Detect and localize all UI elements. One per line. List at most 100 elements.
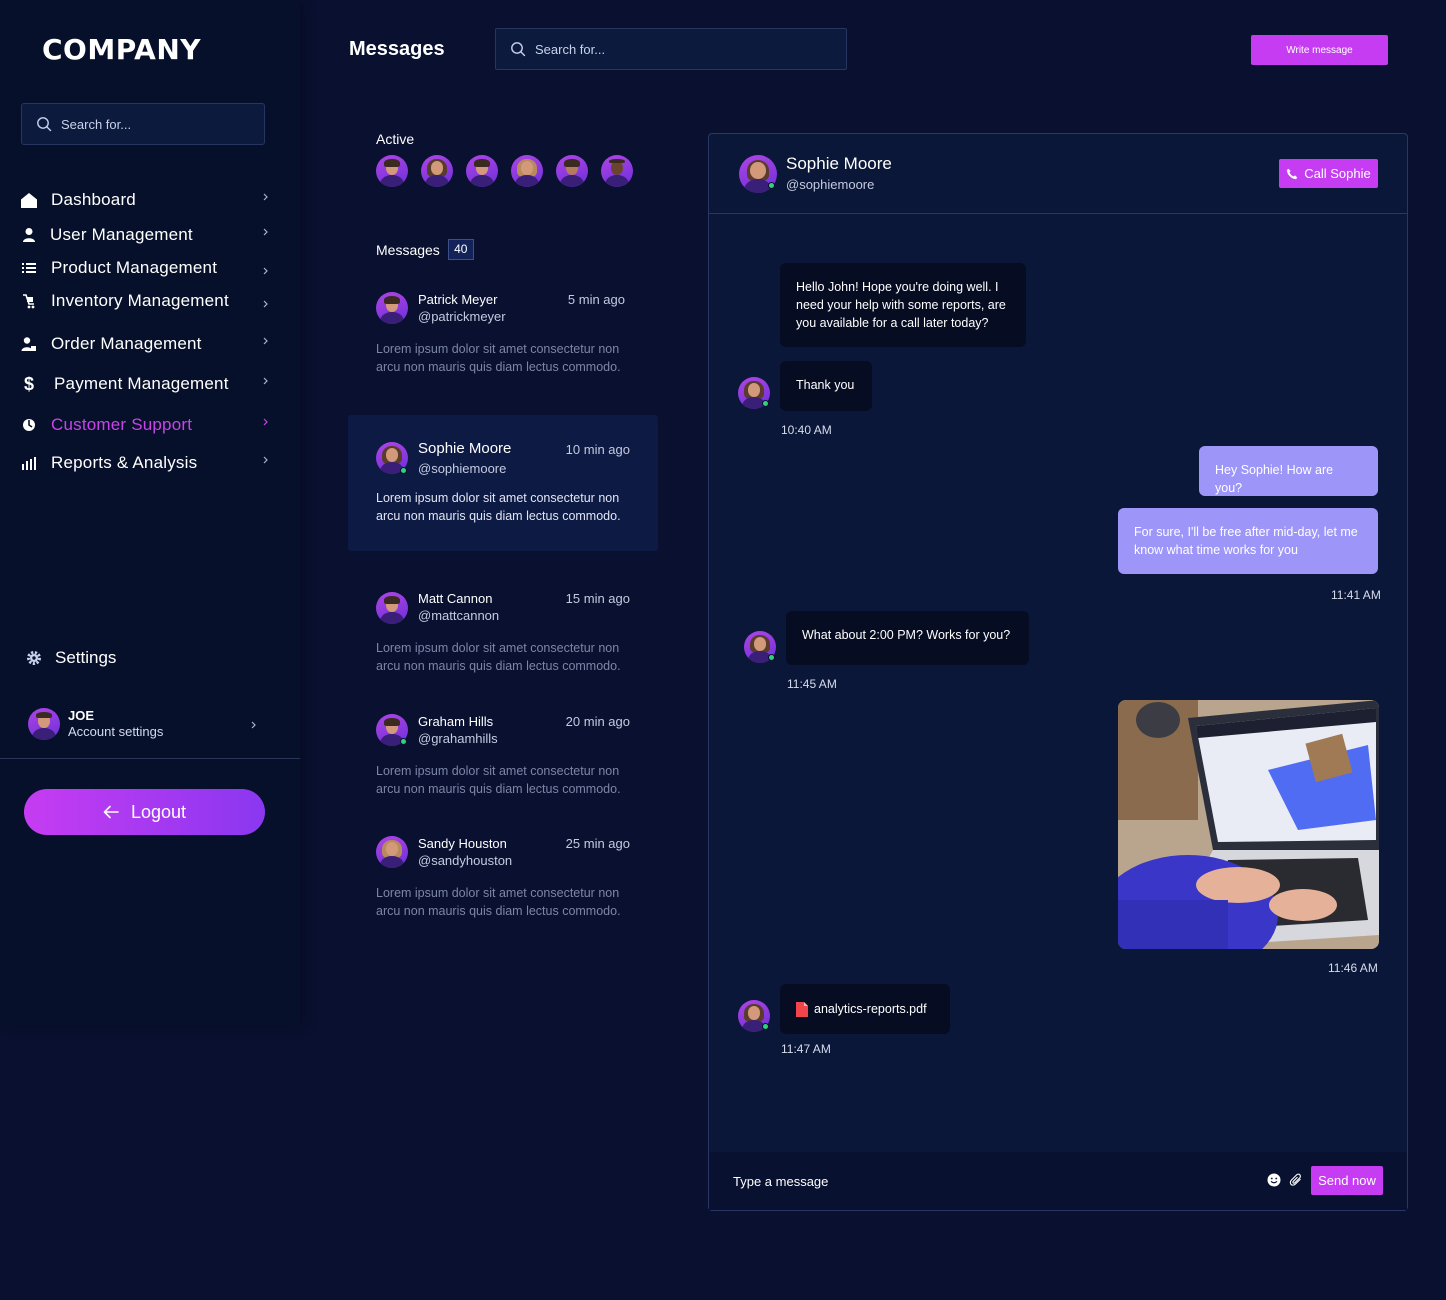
conversation-name: Graham Hills xyxy=(418,714,494,729)
logout-button[interactable]: Logout xyxy=(24,789,265,835)
messages-title: Messages xyxy=(376,241,440,258)
chevron-right-icon xyxy=(263,228,268,236)
search-input[interactable]: Search for... xyxy=(495,28,847,70)
conversation-preview: Lorem ipsum dolor sit amet consectetur n… xyxy=(376,886,621,918)
conversation-time: 5 min ago xyxy=(567,292,625,307)
sidebar-item-label: Product Management xyxy=(51,258,218,277)
message-outgoing: Hey Sophie! How are you? xyxy=(1199,446,1378,496)
chevron-right-icon xyxy=(263,337,268,345)
active-avatar[interactable] xyxy=(376,155,408,187)
sidebar-item-payment-management[interactable]: $ Payment Management xyxy=(20,372,270,396)
avatar xyxy=(376,292,408,324)
company-logo[interactable]: COMPANY xyxy=(42,33,201,66)
chat-contact-name: Sophie Moore xyxy=(786,154,892,173)
online-indicator xyxy=(768,182,775,189)
chevron-right-icon xyxy=(263,300,268,308)
conversation-preview: Lorem ipsum dolor sit amet consectetur n… xyxy=(376,764,621,796)
call-button[interactable]: Call Sophie xyxy=(1279,159,1378,188)
file-name: analytics-reports.pdf xyxy=(814,1002,927,1016)
paperclip-icon[interactable] xyxy=(1289,1173,1303,1187)
dollar-icon: $ xyxy=(23,373,34,394)
message-incoming: Hello John! Hope you're doing well. I ne… xyxy=(780,263,1026,347)
sidebar-item-label: Payment Management xyxy=(54,374,229,393)
sidebar-item-label: Order Management xyxy=(51,334,202,353)
send-button[interactable]: Send now xyxy=(1311,1166,1383,1195)
active-avatar[interactable] xyxy=(421,155,453,187)
sidebar-item-label: Customer Support xyxy=(51,415,193,434)
sidebar-item-customer-support[interactable]: Customer Support xyxy=(20,413,270,437)
sidebar-item-label: Inventory Management xyxy=(51,291,229,310)
write-message-button[interactable]: Write message xyxy=(1251,35,1388,65)
headset-icon xyxy=(20,416,38,434)
call-label: Call Sophie xyxy=(1304,166,1371,181)
sidebar-item-inventory-management[interactable]: Inventory Management xyxy=(20,289,270,313)
chat-panel: Sophie Moore @sophiemoore Call Sophie He… xyxy=(708,133,1408,1211)
conversation-time: 10 min ago xyxy=(565,442,630,457)
active-users xyxy=(376,155,633,187)
chevron-right-icon xyxy=(263,267,268,275)
avatar xyxy=(376,836,408,868)
file-attachment[interactable]: analytics-reports.pdf xyxy=(780,984,950,1034)
chevron-right-icon xyxy=(263,193,268,201)
active-title: Active xyxy=(376,131,415,147)
account-name: JOE xyxy=(68,708,95,723)
conversation-name: Sandy Houston xyxy=(418,836,507,851)
online-indicator xyxy=(762,1023,769,1030)
sidebar: COMPANY Search for... Dashboard User Man… xyxy=(0,0,300,1026)
conversation-preview: Lorem ipsum dolor sit amet consectetur n… xyxy=(376,342,621,374)
avatar xyxy=(28,708,60,740)
laptop-photo xyxy=(1118,700,1379,949)
sidebar-item-reports-analysis[interactable]: Reports & Analysis xyxy=(20,451,270,475)
conversation-handle: @mattcannon xyxy=(418,608,500,623)
gear-icon xyxy=(27,651,41,665)
active-avatar[interactable] xyxy=(601,155,633,187)
sidebar-item-label: User Management xyxy=(50,225,193,244)
phone-icon xyxy=(1287,168,1298,179)
divider xyxy=(0,758,300,759)
message-count-badge: 40 xyxy=(447,239,474,260)
conversation-handle: @sophiemoore xyxy=(418,461,507,476)
conversation-item[interactable]: Graham Hills @grahamhills 20 min ago Lor… xyxy=(348,700,658,810)
conversation-item[interactable]: Matt Cannon @mattcannon 15 min ago Lorem… xyxy=(348,578,658,688)
conversation-handle: @patrickmeyer xyxy=(418,309,506,324)
active-avatar[interactable] xyxy=(466,155,498,187)
settings-label: Settings xyxy=(55,648,117,667)
message-timestamp: 11:45 AM xyxy=(787,677,837,691)
conversation-item[interactable]: Patrick Meyer @patrickmeyer 5 min ago Lo… xyxy=(348,280,658,390)
arrow-left-icon xyxy=(103,805,119,819)
image-attachment[interactable] xyxy=(1118,700,1379,949)
emoji-icon[interactable] xyxy=(1267,1173,1281,1187)
message-incoming: Thank you xyxy=(780,361,872,411)
sidebar-item-product-management[interactable]: Product Management xyxy=(20,256,270,280)
online-indicator xyxy=(762,400,769,407)
search-icon xyxy=(511,42,526,57)
person-box-icon xyxy=(20,335,38,353)
message-timestamp: 11:46 AM xyxy=(1328,961,1378,975)
sidebar-item-user-management[interactable]: User Management xyxy=(20,223,270,247)
conversation-name: Sophie Moore xyxy=(418,440,512,457)
sidebar-search-input[interactable]: Search for... xyxy=(21,103,265,145)
account-settings[interactable]: JOE Account settings xyxy=(28,706,260,742)
active-avatar[interactable] xyxy=(511,155,543,187)
conversation-item-selected[interactable]: Sophie Moore @sophiemoore 10 min ago Lor… xyxy=(348,415,658,551)
online-indicator xyxy=(400,738,407,745)
message-incoming: What about 2:00 PM? Works for you? xyxy=(786,611,1029,665)
conversation-time: 25 min ago xyxy=(565,836,630,851)
active-avatar[interactable] xyxy=(556,155,588,187)
conversation-handle: @grahamhills xyxy=(418,731,498,746)
online-indicator xyxy=(400,467,407,474)
sidebar-item-order-management[interactable]: Order Management xyxy=(20,332,270,356)
message-input[interactable]: Type a message xyxy=(733,1174,828,1189)
pdf-file-icon xyxy=(796,1001,808,1017)
settings-link[interactable]: Settings xyxy=(26,648,116,668)
online-indicator xyxy=(768,654,775,661)
chevron-right-icon xyxy=(263,456,268,464)
chat-header: Sophie Moore @sophiemoore Call Sophie xyxy=(709,134,1407,214)
sidebar-item-dashboard[interactable]: Dashboard xyxy=(20,188,270,212)
conversation-item[interactable]: Sandy Houston @sandyhouston 25 min ago L… xyxy=(348,822,658,932)
user-icon xyxy=(20,226,38,244)
messages-header: Messages 40 xyxy=(376,239,474,260)
conversation-preview: Lorem ipsum dolor sit amet consectetur n… xyxy=(376,641,621,673)
conversation-time: 15 min ago xyxy=(565,591,630,606)
chevron-right-icon xyxy=(263,418,268,426)
